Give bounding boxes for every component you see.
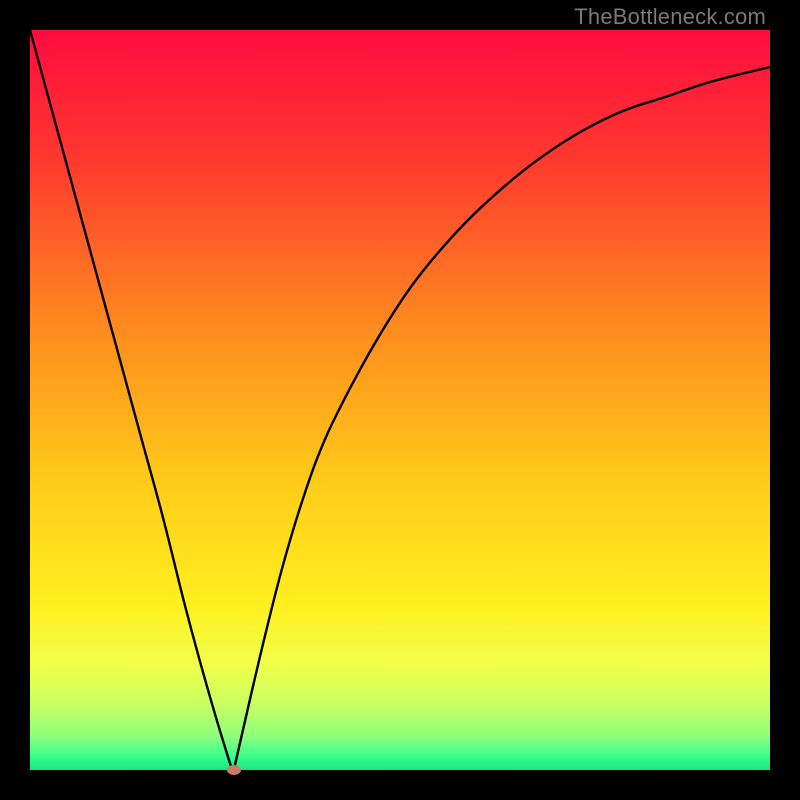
curve-layer [30, 30, 770, 770]
bottleneck-curve [30, 30, 770, 770]
chart-frame: TheBottleneck.com [0, 0, 800, 800]
plot-area [30, 30, 770, 770]
minimum-marker [227, 765, 241, 775]
attribution-text: TheBottleneck.com [574, 4, 766, 30]
